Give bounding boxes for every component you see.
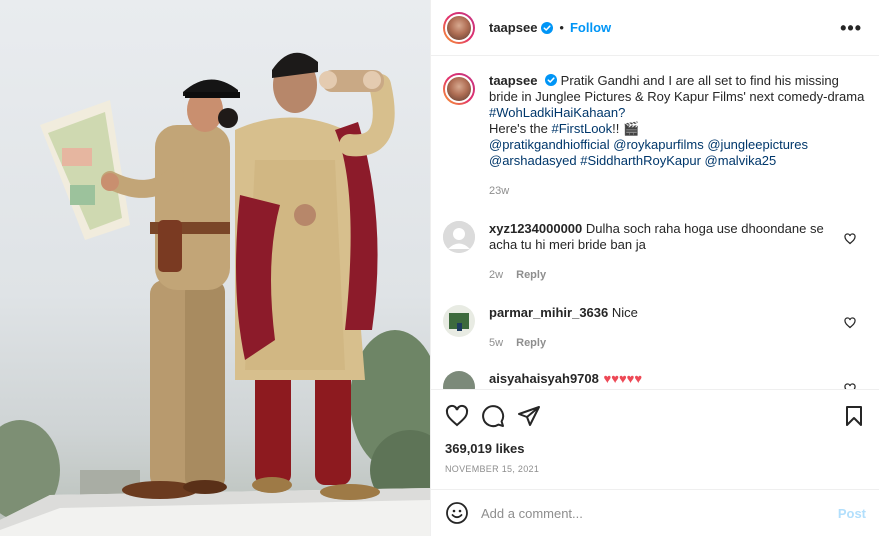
comment-hearts-emoji: ♥♥♥♥♥	[603, 371, 643, 386]
comment-meta: 2w Reply	[489, 267, 839, 283]
comment-like-heart-icon[interactable]	[844, 233, 856, 245]
comment-time[interactable]: 2w	[489, 269, 503, 281]
caption-hashtag-wohladkihaikahaan[interactable]: #WohLadkiHaiKahaan?	[489, 105, 625, 120]
commenter-username[interactable]: parmar_mihir_3636	[489, 305, 608, 320]
caption-avatar[interactable]	[443, 73, 475, 105]
post-photo-illustration	[0, 52, 430, 536]
post-actions: 369,019 likes NOVEMBER 15, 2021	[431, 389, 879, 489]
woman-figure	[40, 79, 240, 499]
commenter-username[interactable]: aisyahaisyah9708	[489, 371, 599, 386]
action-icons	[445, 404, 541, 428]
commenter-avatar[interactable]	[443, 305, 475, 337]
commenter-avatar[interactable]	[443, 371, 475, 389]
author-avatar[interactable]	[443, 11, 475, 44]
caption-body: taapsee Pratik Gandhi and I are all set …	[489, 73, 868, 199]
add-comment-input[interactable]	[481, 505, 811, 521]
post-side-panel: taapsee • Follow ••• taapsee Pratik Gand…	[430, 0, 879, 536]
post-caption: taapsee Pratik Gandhi and I are all set …	[443, 73, 868, 199]
header-separator: •	[559, 20, 564, 35]
verified-badge-icon	[545, 74, 558, 86]
comment-meta: 5w Reply	[489, 335, 839, 351]
author-username[interactable]: taapsee	[489, 20, 537, 35]
post-header: taapsee • Follow •••	[431, 0, 879, 56]
verified-badge-icon	[541, 21, 554, 34]
reply-button[interactable]: Reply	[516, 337, 546, 349]
instagram-post: taapsee • Follow ••• taapsee Pratik Gand…	[0, 0, 879, 536]
commenter-avatar-default[interactable]	[443, 221, 475, 253]
post-photo[interactable]	[0, 0, 430, 536]
reply-button[interactable]: Reply	[516, 269, 546, 281]
follow-button[interactable]: Follow	[570, 20, 611, 35]
post-date[interactable]: NOVEMBER 15, 2021	[445, 464, 539, 474]
post-comment-button[interactable]: Post	[838, 506, 866, 521]
comment-bubble-icon[interactable]	[481, 404, 505, 428]
comment-text: Nice	[611, 305, 638, 320]
caption-hashtag-firstlook[interactable]: #FirstLook	[551, 121, 612, 136]
comments-list[interactable]: taapsee Pratik Gandhi and I are all set …	[431, 57, 879, 389]
comment-item: xyz1234000000 Dulha soch raha hoga use d…	[443, 221, 868, 283]
caption-timestamp[interactable]: 23w	[489, 183, 868, 199]
comment-body: xyz1234000000 Dulha soch raha hoga use d…	[489, 221, 839, 283]
comment-body: parmar_mihir_3636 Nice 5w Reply	[489, 305, 839, 351]
save-bookmark-icon[interactable]	[842, 404, 866, 428]
more-options-icon[interactable]: •••	[840, 18, 862, 39]
comment-item: aisyahaisyah9708 ♥♥♥♥♥	[443, 371, 868, 389]
caption-line2-prefix: Here's the	[489, 121, 548, 136]
add-comment-bar: Post	[431, 489, 879, 536]
comment-body: aisyahaisyah9708 ♥♥♥♥♥	[489, 371, 839, 389]
emoji-smiley-icon[interactable]	[445, 501, 469, 525]
caption-username[interactable]: taapsee	[489, 73, 537, 88]
likes-count[interactable]: 369,019 likes	[445, 441, 525, 456]
share-paper-plane-icon[interactable]	[517, 404, 541, 428]
like-heart-icon[interactable]	[445, 404, 469, 428]
comment-time[interactable]: 5w	[489, 337, 503, 349]
comment-item: parmar_mihir_3636 Nice 5w Reply	[443, 305, 868, 351]
caption-line2-suffix: !! 🎬	[612, 121, 640, 136]
commenter-username[interactable]: xyz1234000000	[489, 221, 582, 236]
caption-mentions-1[interactable]: @pratikgandhiofficial @roykapurfilms @ju…	[489, 137, 808, 152]
caption-mentions-2[interactable]: @arshadasyed #SiddharthRoyKapur @malvika…	[489, 153, 776, 168]
comment-like-heart-icon[interactable]	[844, 317, 856, 329]
